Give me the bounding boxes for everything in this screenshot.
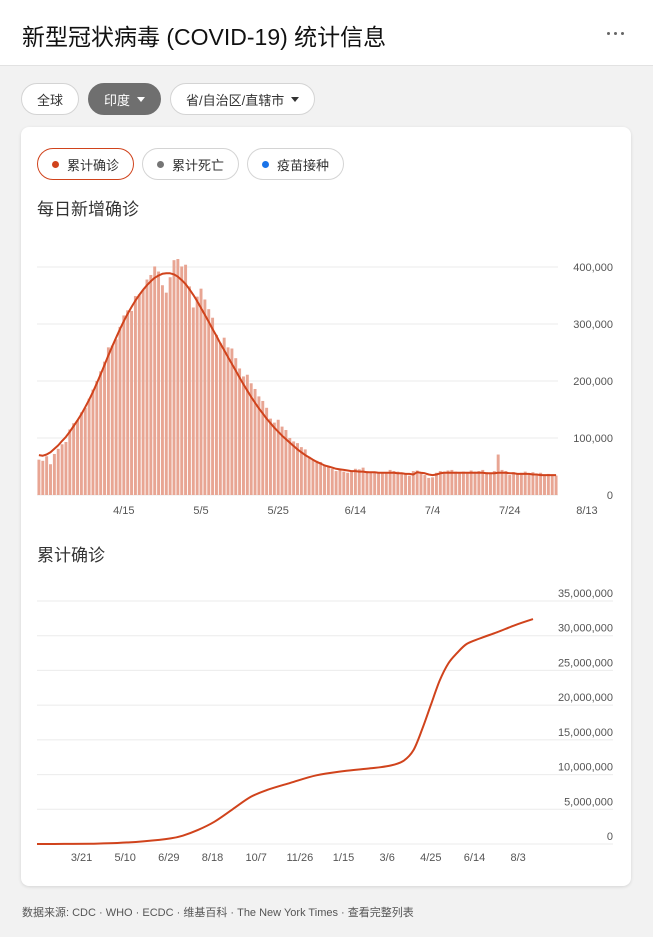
x-tick-label: 11/26 [286, 852, 313, 864]
filter-label: 全球 [37, 92, 64, 108]
x-tick-label: 3/21 [71, 852, 92, 864]
x-tick-label: 1/15 [333, 852, 354, 864]
dropdown-caret-icon [137, 96, 146, 102]
x-tick-label: 3/6 [380, 852, 395, 864]
y-tick-label: 20,000,000 [558, 692, 613, 704]
x-tick-label: 6/14 [464, 852, 485, 864]
filter-label: 省/自治区/直辖市 [186, 92, 285, 108]
cumulative-line [36, 618, 534, 845]
region-filters: 全球 印度 省/自治区/直辖市 [21, 83, 316, 115]
y-tick-label: 25,000,000 [558, 657, 613, 669]
more-icon-dot [613, 31, 617, 35]
cumulative-cases-chart: 0 5,000,000 10,000,000 15,000,000 20,000,000… [36, 588, 613, 864]
page-title: 新型冠状病毒 (COVID-19) 统计信息 [22, 24, 387, 50]
filter-country[interactable]: 印度 [88, 83, 162, 115]
filter-global[interactable]: 全球 [21, 83, 80, 115]
y-tick-label: 30,000,000 [558, 623, 613, 635]
x-tick-label: 8/18 [202, 852, 223, 864]
filter-province[interactable]: 省/自治区/直辖市 [170, 83, 316, 115]
more-options-button[interactable] [598, 16, 632, 50]
filter-label: 印度 [104, 92, 131, 108]
header: 新型冠状病毒 (COVID-19) 统计信息 [0, 0, 653, 66]
y-tick-label: 10,000,000 [558, 762, 613, 774]
y-tick-label: 35,000,000 [558, 588, 613, 600]
x-tick-label: 4/25 [420, 852, 441, 864]
x-tick-label: 6/29 [158, 852, 179, 864]
stats-card: 累计确诊 累计死亡 疫苗接种 每日新增确诊 0 100,000 200,000 300… [21, 127, 631, 886]
x-tick-label: 5/10 [114, 852, 135, 864]
more-icon-dot [606, 31, 610, 35]
y-tick-label: 15,000,000 [558, 727, 613, 739]
dropdown-caret-icon [291, 96, 300, 102]
x-tick-label: 8/3 [511, 852, 526, 864]
x-tick-label: 10/7 [245, 852, 266, 864]
more-icon-dot [620, 31, 624, 35]
y-tick-label: 0 [607, 831, 613, 843]
y-tick-label: 5,000,000 [564, 796, 613, 808]
data-sources: 数据来源: CDC · WHO · ECDC · 维基百科 · The New … [22, 907, 414, 919]
